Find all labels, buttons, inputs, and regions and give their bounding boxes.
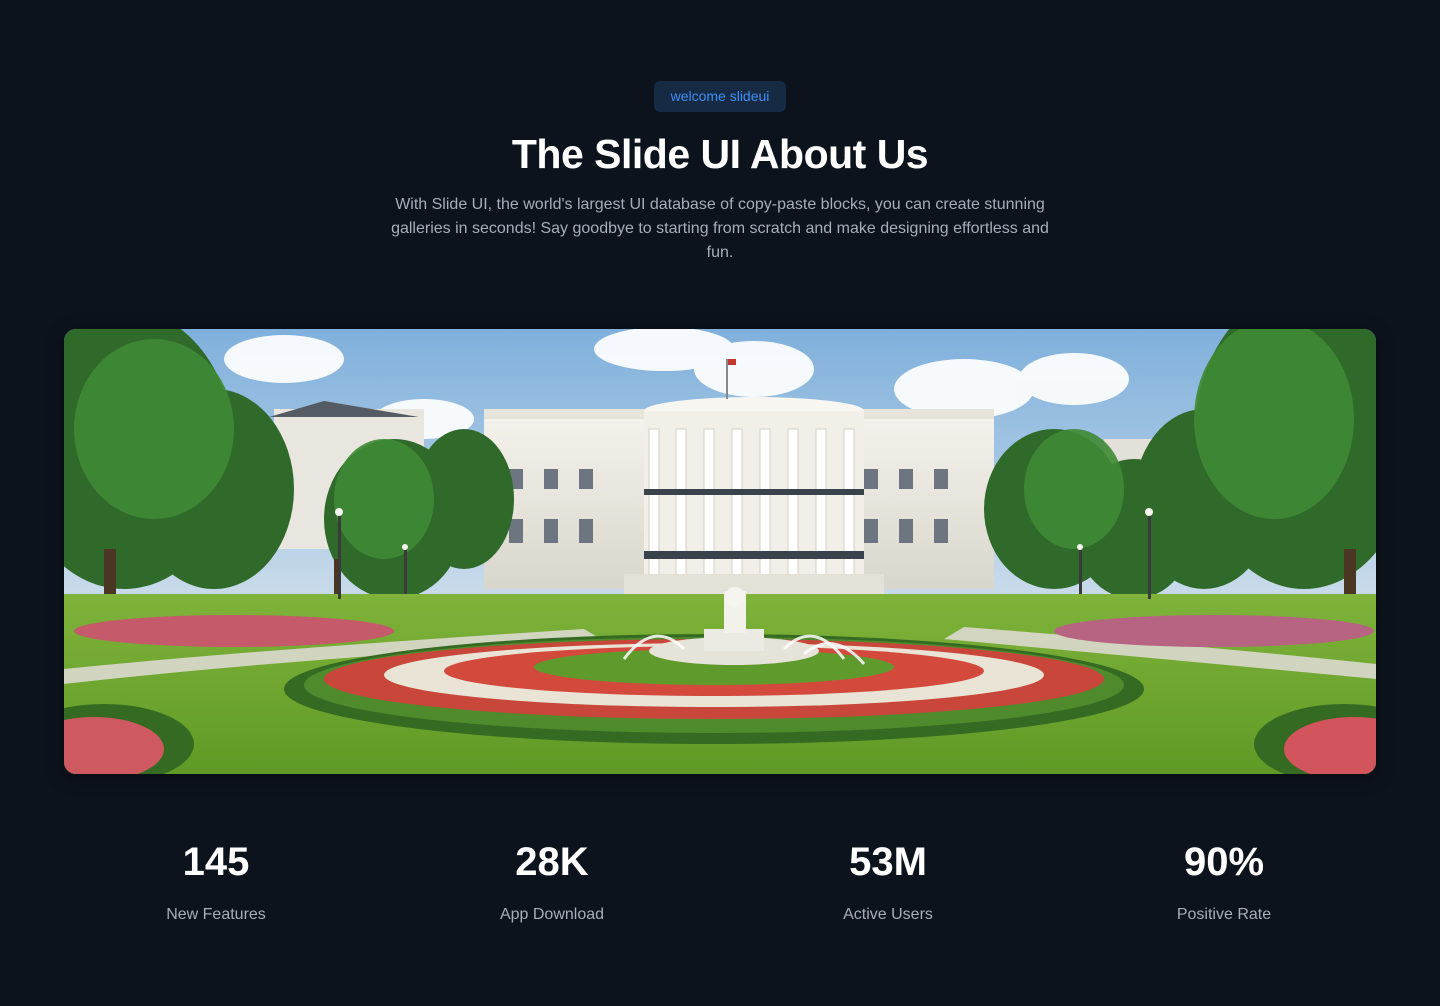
stat-item: 145 New Features (48, 836, 384, 936)
stats-row: 145 New Features 28K App Download 53M Ac… (48, 836, 1392, 936)
stat-label: Positive Rate (1176, 906, 1272, 923)
stat-value: 90% (1183, 840, 1265, 884)
stat-value: 53M (849, 840, 927, 884)
stat-value: 145 (182, 840, 250, 884)
stat-label: App Download (499, 906, 605, 923)
page-title: The Slide UI About Us (511, 131, 929, 177)
stat-label: Active Users (843, 906, 933, 923)
stat-item: 28K App Download (384, 836, 720, 936)
stat-value: 28K (515, 840, 589, 884)
stat-item: 90% Positive Rate (1056, 836, 1392, 936)
welcome-badge: welcome slideui (654, 81, 786, 112)
about-section: welcome slideui The Slide UI About Us Wi… (0, 0, 1440, 1006)
stat-item: 53M Active Users (720, 836, 1056, 936)
white-house-garden-illustration (64, 329, 1376, 774)
stat-label: New Features (166, 906, 266, 923)
about-description: With Slide UI, the world's largest UI da… (391, 196, 1049, 261)
hero-image (64, 329, 1376, 774)
